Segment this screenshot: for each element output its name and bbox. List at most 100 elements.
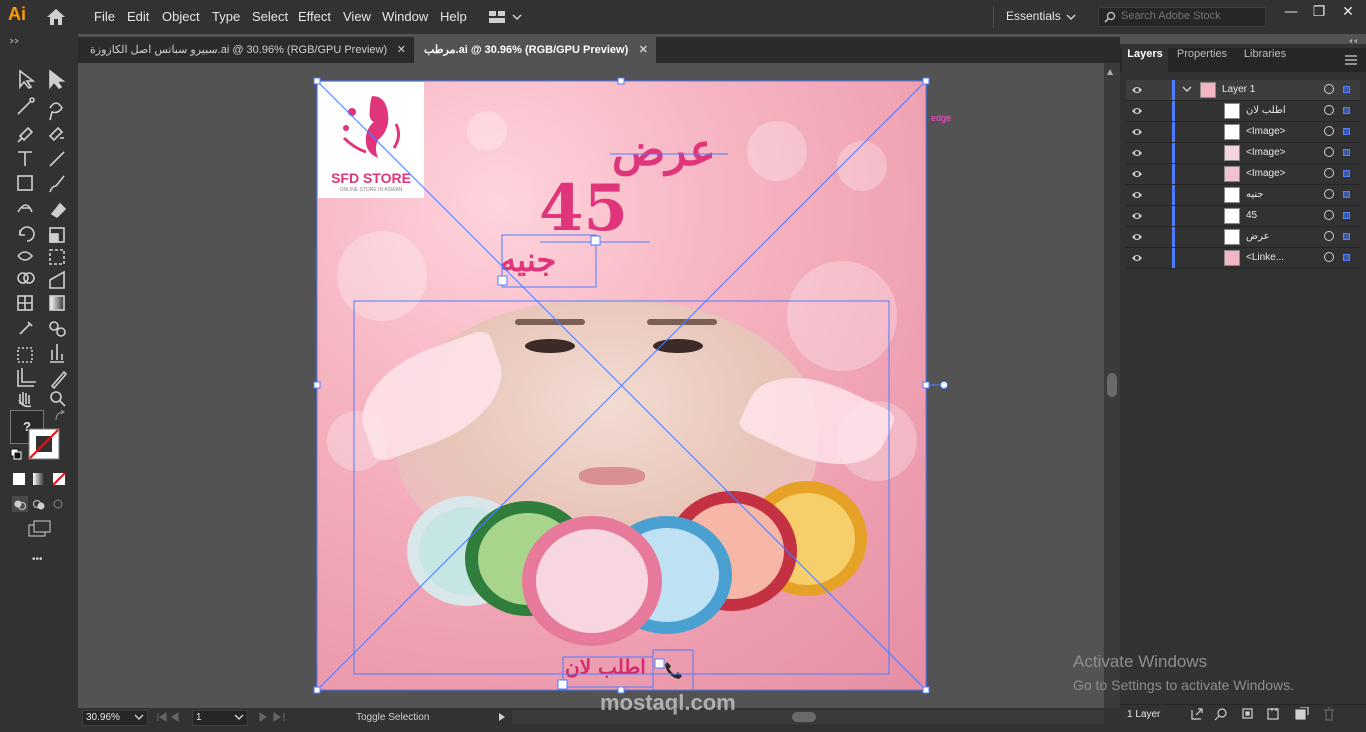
layer-row-main[interactable]: Layer 1 [1126, 80, 1360, 101]
close-button[interactable]: ✕ [1337, 4, 1359, 22]
menu-file[interactable]: File [94, 9, 115, 24]
toolbar-collapse-icon[interactable] [8, 38, 68, 44]
status-menu-icon[interactable] [497, 711, 507, 723]
workspace-switcher[interactable]: Essentials [1006, 9, 1061, 23]
artboard-prev-icons[interactable] [156, 711, 192, 723]
visibility-eye-icon[interactable] [1131, 252, 1143, 264]
layer-target-icon[interactable] [1324, 252, 1334, 262]
artboard-next-icons[interactable] [256, 711, 292, 723]
layer-selection-indicator[interactable] [1343, 233, 1350, 240]
minimize-button[interactable]: — [1280, 4, 1302, 22]
sublayer-name[interactable]: عرض [1246, 231, 1270, 242]
menu-object[interactable]: Object [162, 9, 200, 24]
tab-document-1-close[interactable]: ✕ [397, 37, 406, 63]
stock-search-input[interactable] [1121, 10, 1261, 22]
menu-edit[interactable]: Edit [127, 9, 149, 24]
chevron-down-icon[interactable] [1066, 14, 1076, 22]
visibility-eye-icon[interactable] [1131, 126, 1143, 138]
visibility-eye-icon[interactable] [1131, 168, 1143, 180]
horizontal-scroll-thumb[interactable] [792, 712, 816, 722]
sublayer-name[interactable]: جنيه [1246, 189, 1264, 200]
edit-toolbar-button[interactable]: ••• [32, 554, 43, 565]
tab-document-2-label: مرطب.ai @ 30.96% (RGB/GPU Preview) [424, 44, 629, 56]
stock-search[interactable] [1098, 7, 1266, 27]
layer-target-icon[interactable] [1324, 168, 1334, 178]
tab-properties[interactable]: Properties [1170, 48, 1234, 72]
visibility-eye-icon[interactable] [1131, 189, 1143, 201]
layer-target-icon[interactable] [1324, 231, 1334, 241]
menu-select[interactable]: Select [252, 9, 288, 24]
default-colors-icon[interactable] [10, 448, 22, 460]
tab-document-2[interactable]: مرطب.ai @ 30.96% (RGB/GPU Preview) ✕ [414, 37, 656, 63]
layer-selection-indicator[interactable] [1343, 170, 1350, 177]
menu-help[interactable]: Help [440, 9, 467, 24]
currency-text[interactable]: جنيه [500, 241, 556, 279]
layer-selection-indicator[interactable] [1343, 128, 1350, 135]
layer-selection-indicator[interactable] [1343, 212, 1350, 219]
layer-target-icon[interactable] [1324, 189, 1334, 199]
order-now-text[interactable]: اطلب لان [565, 655, 646, 679]
layer-thumbnail [1200, 82, 1216, 98]
color-mode-icons[interactable] [12, 472, 70, 486]
layer-name[interactable]: Layer 1 [1222, 84, 1255, 95]
chevron-down-icon[interactable] [234, 714, 244, 722]
offer-text[interactable]: عرض [612, 125, 716, 176]
sublayer-row[interactable]: <Image> [1126, 164, 1360, 185]
watermark-text: mostaql.com [600, 690, 736, 715]
swap-colors-icon[interactable] [54, 410, 66, 422]
sfd-store-logo[interactable]: SFD STORE ONLINE STORE IN ASWAN [318, 82, 424, 198]
tab-libraries[interactable]: Libraries [1236, 48, 1294, 72]
visibility-eye-icon[interactable] [1131, 84, 1143, 96]
sublayer-row[interactable]: <Image> [1126, 122, 1360, 143]
layer-target-icon[interactable] [1324, 84, 1334, 94]
sublayer-row[interactable]: <Image> [1126, 143, 1360, 164]
menu-window[interactable]: Window [382, 9, 428, 24]
layer-target-icon[interactable] [1324, 105, 1334, 115]
tab-layers[interactable]: Layers [1122, 48, 1168, 72]
sublayer-row[interactable]: جنيه [1126, 185, 1360, 206]
layer-target-icon[interactable] [1324, 210, 1334, 220]
vertical-scroll-thumb[interactable] [1107, 373, 1117, 397]
arrange-documents-icon[interactable] [488, 9, 524, 25]
vertical-scrollbar[interactable]: ▲ [1104, 63, 1120, 708]
tab-document-2-close[interactable]: ✕ [639, 37, 648, 63]
panel-menu-icon[interactable] [1344, 54, 1358, 66]
maximize-button[interactable]: ❐ [1308, 4, 1330, 22]
layer-selection-indicator[interactable] [1343, 191, 1350, 198]
draw-mode-icons[interactable] [12, 496, 70, 512]
home-icon[interactable] [46, 8, 66, 26]
visibility-eye-icon[interactable] [1131, 105, 1143, 117]
layer-target-icon[interactable] [1324, 126, 1334, 136]
sublayer-row[interactable]: عرض [1126, 227, 1360, 248]
tab-document-1[interactable]: سبيرو سباتس اصل الكازوزة.ai @ 30.96% (RG… [80, 37, 414, 63]
chevron-down-icon[interactable] [1182, 86, 1192, 94]
layer-selection-indicator[interactable] [1343, 86, 1350, 93]
sublayer-name[interactable]: <Image> [1246, 168, 1285, 179]
sublayer-row[interactable]: <Linke... [1126, 248, 1360, 269]
panel-collapse-icon[interactable] [1348, 38, 1362, 46]
tool-icons[interactable] [12, 64, 72, 409]
stroke-swatch[interactable] [28, 428, 64, 462]
layer-thumbnail [1224, 187, 1240, 203]
visibility-eye-icon[interactable] [1131, 210, 1143, 222]
chevron-down-icon[interactable] [134, 714, 144, 722]
layer-selection-indicator[interactable] [1343, 149, 1350, 156]
layer-selection-indicator[interactable] [1343, 107, 1350, 114]
layer-target-icon[interactable] [1324, 147, 1334, 157]
sublayer-name[interactable]: <Image> [1246, 126, 1285, 137]
visibility-eye-icon[interactable] [1131, 231, 1143, 243]
layer-selection-indicator[interactable] [1343, 254, 1350, 261]
sublayer-name[interactable]: اطلب لان [1246, 105, 1286, 116]
sublayer-name[interactable]: 45 [1246, 210, 1257, 221]
sublayer-name[interactable]: <Linke... [1246, 252, 1284, 263]
visibility-eye-icon[interactable] [1131, 147, 1143, 159]
sublayer-name[interactable]: <Image> [1246, 147, 1285, 158]
sublayer-row[interactable]: اطلب لان [1126, 101, 1360, 122]
sublayer-row[interactable]: 45 [1126, 206, 1360, 227]
screen-mode-icon[interactable] [28, 520, 52, 538]
menu-view[interactable]: View [343, 9, 371, 24]
layer-footer-icons[interactable] [1190, 707, 1340, 721]
price-text[interactable]: 45 [539, 171, 628, 246]
menu-effect[interactable]: Effect [298, 9, 331, 24]
menu-type[interactable]: Type [212, 9, 240, 24]
